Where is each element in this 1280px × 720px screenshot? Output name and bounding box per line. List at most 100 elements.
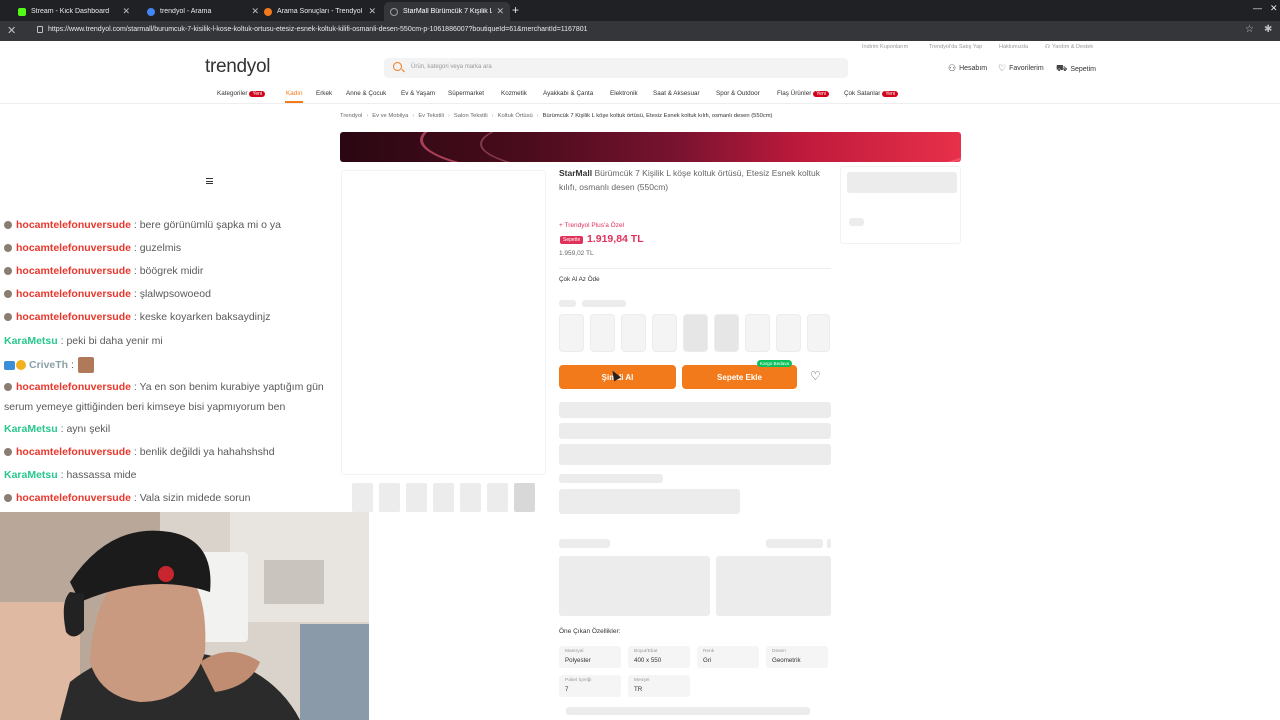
bookmark-star-icon[interactable]: ☆ [1245, 24, 1254, 35]
product-image-gallery[interactable] [341, 170, 546, 475]
nav-divider [0, 103, 1280, 104]
nav-saat-aksesuar[interactable]: Saat & Aksesuar [653, 90, 700, 97]
variant-option[interactable] [745, 314, 770, 352]
nav-supermarket[interactable]: Süpermarket [448, 90, 484, 97]
util-link-coupons[interactable]: İndirim Kuponlarım [862, 44, 908, 50]
breadcrumb-item[interactable]: Ev ve Mobilya [372, 113, 408, 119]
variant-option[interactable] [621, 314, 646, 352]
variant-option[interactable] [776, 314, 801, 352]
minimize-window-icon[interactable]: — [1253, 3, 1262, 13]
chat-username: hocamtelefonuversude [16, 381, 131, 393]
thumbnail[interactable] [433, 483, 454, 512]
url-field[interactable]: https://www.trendyol.com/starmall/burumc… [48, 26, 588, 33]
nav-elektronik[interactable]: Elektronik [610, 90, 638, 97]
browser-tab-google[interactable]: trendyol - Arama ✕ [141, 2, 265, 21]
breadcrumb-sep: › [491, 113, 494, 119]
favorite-heart-icon[interactable]: ♡ [810, 369, 821, 383]
chat-message: KaraMetsu : peki bi daha yenir mi [4, 335, 163, 347]
breadcrumb-sep: › [536, 113, 539, 119]
menu-icon[interactable] [206, 178, 213, 184]
chat-username: hocamtelefonuversude [16, 265, 131, 277]
thumbnail[interactable] [406, 483, 427, 512]
variant-option[interactable] [807, 314, 830, 352]
search-icon[interactable] [393, 62, 402, 71]
loading-placeholder [559, 474, 663, 483]
breadcrumb-sep: › [412, 113, 415, 119]
new-tab-button[interactable]: + [512, 3, 519, 17]
favorites-link[interactable]: ♡ Favorilerim [998, 63, 1044, 74]
breadcrumb-item[interactable]: Trendyol [340, 113, 362, 119]
chat-message: hocamtelefonuversude : böögrek midir [4, 265, 203, 277]
feature-key: Menşei [634, 678, 650, 683]
util-link-help[interactable]: Yardım & Destek [1052, 44, 1093, 50]
close-tab-icon[interactable]: ✕ [496, 6, 504, 17]
thumbnail[interactable] [379, 483, 400, 512]
multi-buy-label[interactable]: Çok Al Az Öde [559, 276, 600, 283]
thumbnail[interactable] [352, 483, 373, 512]
chat-text: : peki bi daha yenir mi [60, 335, 163, 347]
variant-option[interactable] [683, 314, 708, 352]
user-badge-icon [4, 221, 12, 230]
breadcrumb-item[interactable]: Koltuk Örtüsü [498, 113, 533, 119]
breadcrumb-item[interactable]: Salon Tekstili [454, 113, 488, 119]
google-favicon-icon [147, 7, 155, 16]
promo-banner[interactable] [340, 132, 961, 162]
feature-item: Materyal Polyester [559, 646, 621, 668]
browser-tab-trendyol-search[interactable]: Arama Sonuçları - Trendyol ✕ [258, 2, 382, 21]
chat-username: hocamtelefonuversude [16, 492, 131, 504]
nav-kozmetik[interactable]: Kozmetik [501, 90, 527, 97]
user-badge-icon [4, 313, 12, 322]
breadcrumb-item[interactable]: Ev Tekstili [418, 113, 444, 119]
lock-icon[interactable] [37, 26, 43, 33]
variant-option[interactable] [652, 314, 677, 352]
tab-title: Arama Sonuçları - Trendyol [277, 8, 363, 15]
thumbnail[interactable] [460, 483, 481, 512]
user-badge-icon [4, 244, 12, 253]
nav-categories[interactable]: Kategoriler Yeni [217, 90, 266, 97]
chat-text: : Vala sizin midede sorun [133, 492, 251, 504]
variant-option[interactable] [559, 314, 584, 352]
search-input[interactable]: Ürün, kategori veya marka ara [411, 64, 492, 70]
feature-key: Paket İçeriği [565, 678, 592, 683]
free-shipping-badge: Kargo Bedava [757, 360, 793, 367]
nav-ayakkabi-canta[interactable]: Ayakkabı & Çanta [543, 90, 593, 97]
nav-kadin[interactable]: Kadın [286, 90, 302, 97]
close-tab-icon[interactable]: ✕ [368, 6, 376, 17]
chat-text: : [71, 358, 74, 371]
thumbnail[interactable] [514, 483, 535, 512]
loading-placeholder [582, 300, 626, 307]
product-brand[interactable]: StarMall [559, 168, 592, 178]
chat-text: : bere görünümlü şapka mi o ya [133, 219, 281, 231]
nav-erkek[interactable]: Erkek [316, 90, 332, 97]
nav-spor-outdoor[interactable]: Spor & Outdoor [716, 90, 760, 97]
add-to-cart-button[interactable]: Sepete Ekle [682, 365, 797, 389]
trendyol-logo[interactable]: trendyol [205, 56, 271, 78]
loading-placeholder [716, 556, 831, 616]
nav-anne-cocuk[interactable]: Anne & Çocuk [346, 90, 386, 97]
chat-text: : böögrek midir [133, 265, 204, 277]
nav-cok-satanlar[interactable]: Çok Satanlar Yeni [844, 90, 898, 97]
nav-flas-urunler[interactable]: Flaş Ürünler Yeni [777, 90, 829, 97]
variant-option[interactable] [714, 314, 739, 352]
browser-tab-product[interactable]: StarMall Bürümcük 7 Kişilik L köşe ✕ [384, 2, 510, 21]
search-bar[interactable]: Ürün, kategori veya marka ara [384, 58, 848, 78]
util-link-about[interactable]: Hakkımızda [999, 44, 1028, 50]
util-link-sell[interactable]: Trendyol'da Satış Yap [929, 44, 982, 50]
close-tab-icon[interactable]: ✕ [122, 6, 130, 17]
thumbnail[interactable] [487, 483, 508, 512]
new-badge: Yeni [249, 91, 266, 97]
account-link[interactable]: ⚇ Hesabım [948, 63, 987, 74]
extensions-icon[interactable]: ✱ [1264, 24, 1272, 35]
cart-link[interactable]: ⛟ Sepetim [1056, 63, 1096, 75]
trendyol-favicon-icon [264, 7, 272, 16]
stop-loading-icon[interactable]: ✕ [7, 24, 16, 37]
loading-placeholder [827, 539, 831, 548]
close-window-icon[interactable]: ✕ [1270, 3, 1278, 14]
chat-text: : hassassa mide [60, 469, 137, 481]
chat-text: : şlalwpsowoeod [133, 288, 211, 300]
feature-key: Desen [772, 649, 786, 654]
browser-tab-kick[interactable]: Stream - Kick Dashboard ✕ [12, 2, 136, 21]
nav-ev-yasam[interactable]: Ev & Yaşam [401, 90, 435, 97]
breadcrumb-current: Bürümcük 7 Kişilik L köşe koltuk örtüsü,… [542, 113, 773, 119]
variant-option[interactable] [590, 314, 615, 352]
